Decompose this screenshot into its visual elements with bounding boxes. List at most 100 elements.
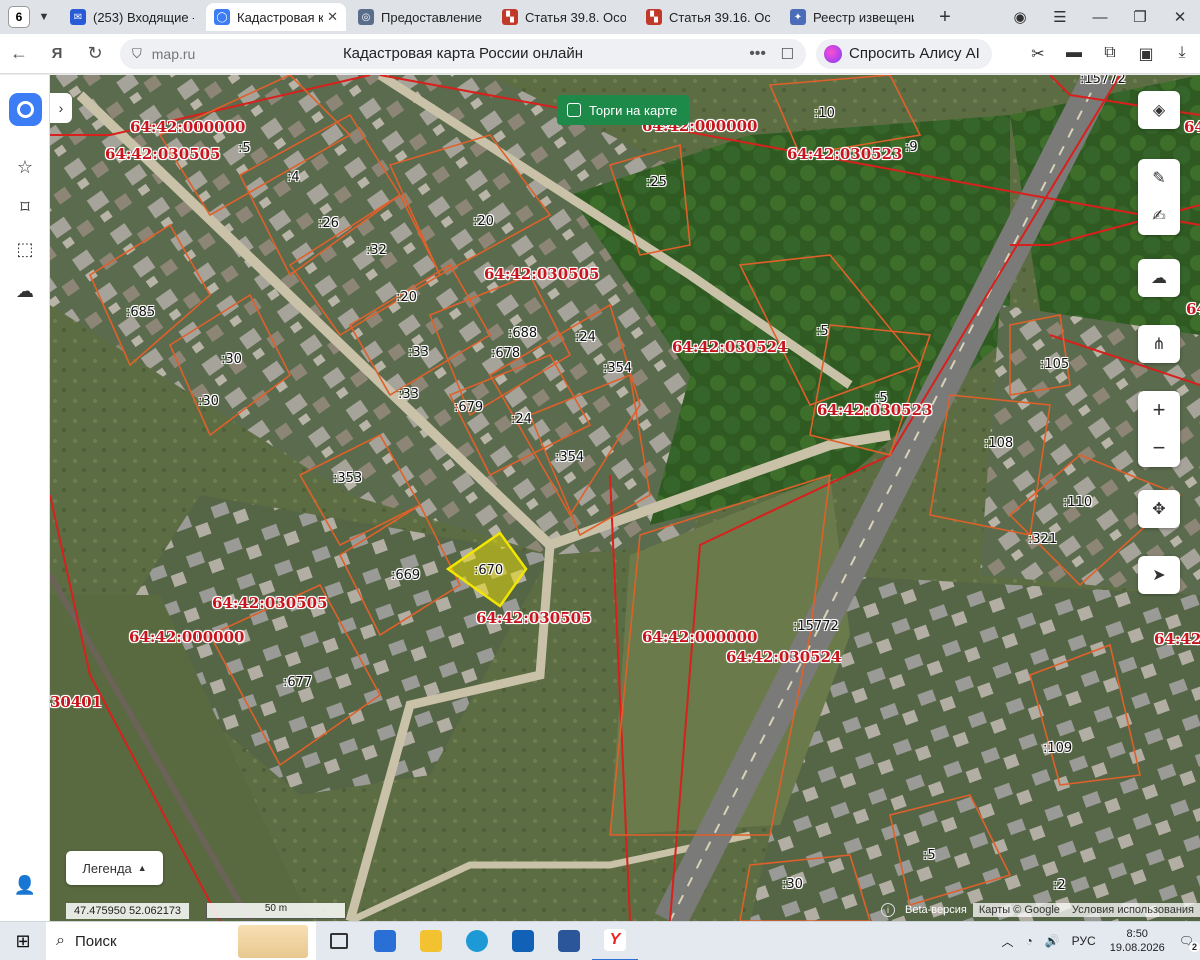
notification-count: 2 (1188, 942, 1200, 952)
coordinates-readout: 47.475950 52.062173 (66, 903, 190, 919)
draw-tools-control: ✎ ✍ (1138, 159, 1180, 235)
alisa-icon (824, 44, 842, 63)
screen: 6 ▼ ✉ (253) Входящие - ◯ Кадастровая к ✕… (0, 0, 1200, 960)
layers-icon[interactable]: ◈ (1138, 91, 1180, 129)
explorer-icon[interactable] (408, 922, 454, 960)
move-icon[interactable]: ✥ (1138, 490, 1180, 528)
expand-panel-button[interactable]: › (50, 93, 72, 123)
satellite-map (50, 75, 1200, 921)
language-indicator[interactable]: РУС (1072, 934, 1096, 948)
tab-count-button[interactable]: 6 (8, 6, 30, 28)
ask-alisa-button[interactable]: Спросить Алису AI (816, 38, 992, 69)
tab-mail[interactable]: ✉ (253) Входящие - (62, 3, 202, 31)
info-icon[interactable]: i (881, 903, 895, 917)
locate-control: ➤ (1138, 556, 1180, 594)
taskbar-search[interactable]: ⌕ Поиск (46, 921, 316, 960)
tab-title: Реестр извещени (813, 9, 914, 25)
outlook-icon[interactable] (500, 922, 546, 960)
yandex-browser-icon[interactable]: Y (592, 922, 638, 960)
tab-statya-39-8[interactable]: ▚ Статья 39.8. Осо (494, 3, 634, 31)
url-field[interactable]: ⛉ map.ru Кадастровая карта России онлайн… (120, 38, 806, 69)
pan-control: ✥ (1138, 490, 1180, 528)
legend-label: Легенда (82, 860, 132, 876)
windows-taskbar: ⊞ ⌕ Поиск Y ︿ ◔ 🔊 РУС 8:50 19.08.2026 🗨 2 (0, 921, 1200, 960)
tab-predostavlenie[interactable]: ◎ Предоставление (350, 3, 490, 31)
app-logo-icon[interactable] (9, 93, 42, 126)
share-icon[interactable]: ⋔ (1138, 325, 1180, 363)
edge-icon[interactable] (454, 922, 500, 960)
beta-label: Beta-версия (905, 904, 967, 916)
notifications-icon[interactable]: 🗨 2 (1179, 934, 1200, 952)
edit-icon[interactable]: ✍ (1138, 197, 1180, 235)
collections-icon[interactable]: ▣ (1128, 44, 1164, 64)
extension-icon[interactable]: ✂ (1020, 44, 1056, 64)
word-icon[interactable] (546, 922, 592, 960)
tab-reestr[interactable]: ✦ Реестр извещени (782, 3, 922, 31)
url-text: map.ru (151, 45, 196, 62)
terms-link[interactable]: Условия использования (1065, 903, 1200, 917)
chevron-up-icon[interactable]: ︿ (1001, 933, 1013, 950)
store-icon[interactable] (362, 922, 408, 960)
polygon-tool-icon[interactable]: ⌑ (13, 195, 37, 219)
yandex-icon[interactable]: Я (38, 45, 76, 62)
legend-button[interactable]: Легенда ▲ (66, 851, 163, 885)
scale-bar: 50 m (206, 903, 346, 919)
reload-icon[interactable]: ↻ (76, 43, 114, 64)
bookmark-icon[interactable]: ☐ (781, 45, 794, 63)
volume-icon[interactable]: 🔊 (1045, 934, 1060, 948)
auctions-label: Торги на карте (589, 102, 678, 118)
left-panel: ☆ ⌑ ⬚ ☁ 👤 (0, 75, 50, 921)
minimize-icon[interactable]: — (1080, 9, 1120, 26)
window-controls: ◉ ☰ — ❐ ✕ (1000, 0, 1200, 34)
flag-icon: ▚ (646, 9, 662, 25)
profile-icon[interactable]: ◉ (1000, 8, 1040, 26)
zoom-out-icon[interactable]: − (1138, 429, 1180, 467)
shield-icon: ⛉ (132, 45, 142, 61)
tab-title: Статья 39.8. Осо (525, 9, 626, 25)
share-control: ⋔ (1138, 325, 1180, 363)
restore-icon[interactable]: ❐ (1120, 8, 1160, 26)
tabs-dropdown-icon[interactable]: ▼ (30, 11, 58, 23)
chevron-up-icon: ▲ (137, 863, 147, 873)
star-icon[interactable]: ☆ (13, 155, 37, 179)
checkbox-icon[interactable] (567, 103, 581, 117)
user-icon[interactable]: 👤 (13, 873, 37, 897)
address-bar: ← Я ↻ ⛉ map.ru Кадастровая карта России … (0, 34, 1200, 74)
clock[interactable]: 8:50 19.08.2026 (1110, 927, 1165, 955)
tab-title: (253) Входящие - (93, 9, 194, 25)
map-app-icon: ◯ (214, 9, 230, 25)
zoom-control: + − (1138, 391, 1180, 467)
auctions-toggle[interactable]: Торги на карте (557, 95, 690, 125)
close-window-icon[interactable]: ✕ (1160, 8, 1200, 26)
clock-time: 8:50 (1126, 928, 1148, 940)
emblem-icon: ✦ (790, 9, 806, 25)
ruler-icon[interactable]: ✎ (1138, 159, 1180, 197)
new-tab-button[interactable]: + (932, 4, 958, 30)
close-tab-icon[interactable]: ✕ (327, 9, 338, 25)
clock-date: 19.08.2026 (1109, 942, 1165, 954)
task-view-icon[interactable] (316, 922, 362, 960)
tab-title: Статья 39.16. Осн (669, 9, 770, 25)
locate-icon[interactable]: ➤ (1138, 556, 1180, 594)
zoom-in-icon[interactable]: + (1138, 391, 1180, 429)
windows-start-icon[interactable]: ⊞ (0, 931, 46, 952)
tab-title: Предоставление (381, 9, 482, 25)
select-area-icon[interactable]: ⬚ (13, 237, 37, 261)
menu-icon[interactable]: ☰ (1040, 8, 1080, 26)
network-icon[interactable]: ◔ (1025, 934, 1032, 948)
search-icon: ⌕ (56, 932, 65, 949)
tab-statya-39-16[interactable]: ▚ Статья 39.16. Осн (638, 3, 778, 31)
more-icon[interactable]: ••• (749, 45, 766, 63)
sidebar-icon[interactable]: ▬ (1056, 44, 1092, 64)
search-label: Поиск (74, 932, 117, 950)
puzzle-icon[interactable]: ⧉ (1092, 44, 1128, 64)
download-icon[interactable]: ⤓ (1164, 44, 1200, 64)
flag-icon: ▚ (502, 9, 518, 25)
back-icon[interactable]: ← (0, 43, 38, 64)
layers-control: ◈ (1138, 91, 1180, 129)
cloud-upload-icon[interactable]: ☁ (1138, 259, 1180, 297)
system-tray: ︿ ◔ 🔊 РУС 8:50 19.08.2026 🗨 2 (995, 927, 1200, 955)
map-canvas[interactable]: 64:42:000000 64:42:030505 64:42:000000 64:4… (50, 75, 1200, 921)
cloud-icon[interactable]: ☁ (13, 279, 37, 303)
tab-cadastral-map[interactable]: ◯ Кадастровая к ✕ (206, 3, 346, 31)
